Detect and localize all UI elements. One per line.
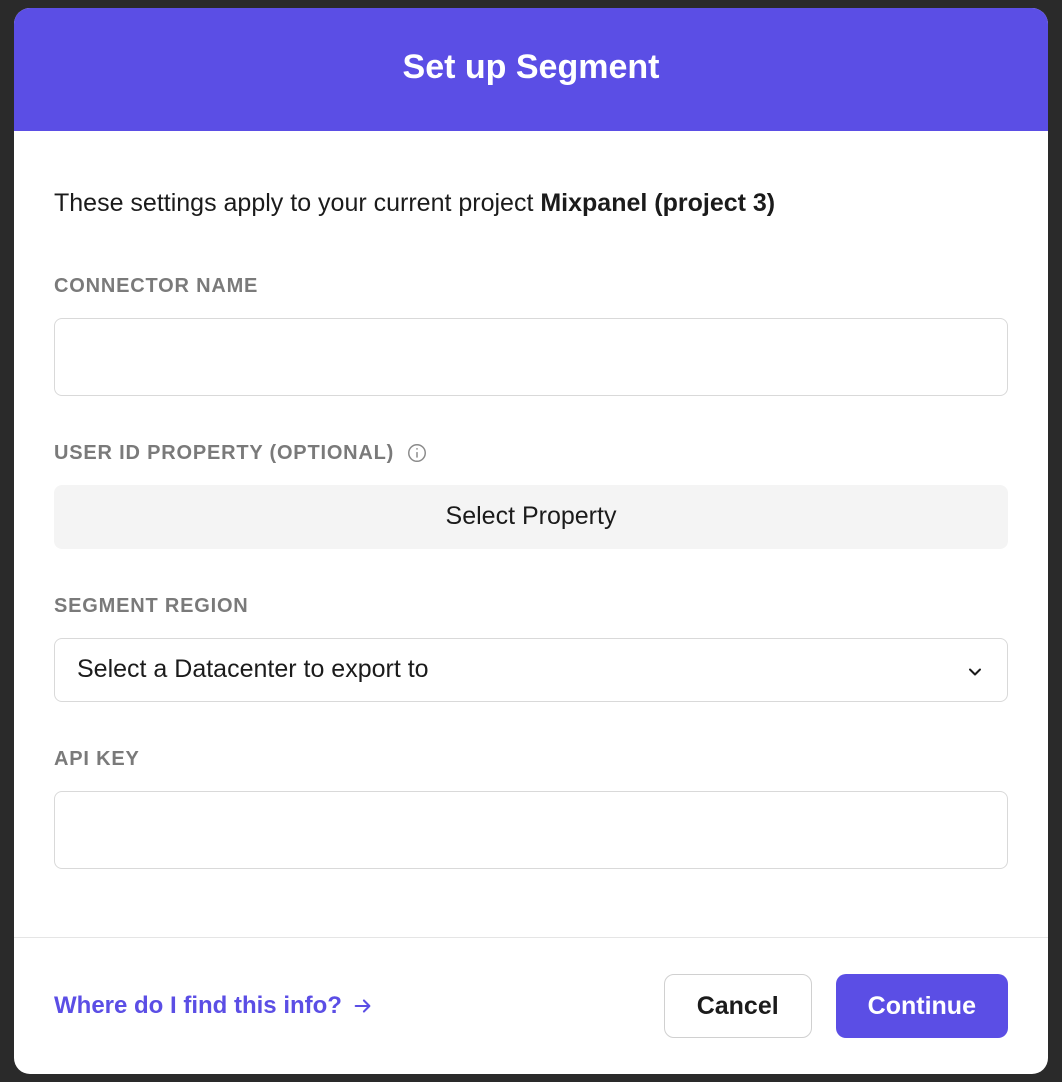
segment-region-select[interactable]: Select a Datacenter to export to	[54, 638, 1008, 702]
modal-body: These settings apply to your current pro…	[14, 131, 1048, 937]
cancel-button[interactable]: Cancel	[664, 974, 812, 1038]
segment-region-label: SEGMENT REGION	[54, 595, 1008, 618]
connector-name-input[interactable]	[54, 318, 1008, 396]
api-key-label: API KEY	[54, 748, 1008, 771]
setup-modal: Set up Segment These settings apply to y…	[14, 8, 1048, 1074]
footer-buttons: Cancel Continue	[664, 974, 1008, 1038]
modal-footer: Where do I find this info? Cancel Contin…	[14, 937, 1048, 1074]
field-connector-name: CONNECTOR NAME	[54, 275, 1008, 396]
help-link-text: Where do I find this info?	[54, 992, 342, 1020]
intro-text: These settings apply to your current pro…	[54, 187, 1008, 221]
segment-region-placeholder: Select a Datacenter to export to	[77, 655, 429, 684]
intro-project-name: Mixpanel (project 3)	[540, 189, 775, 217]
intro-prefix: These settings apply to your current pro…	[54, 189, 540, 217]
info-icon[interactable]	[406, 442, 428, 464]
modal-title: Set up Segment	[403, 48, 660, 86]
arrow-right-icon	[352, 995, 374, 1017]
connector-name-label: CONNECTOR NAME	[54, 275, 1008, 298]
help-link[interactable]: Where do I find this info?	[54, 992, 374, 1020]
select-property-button[interactable]: Select Property	[54, 485, 1008, 549]
user-id-property-label: USER ID PROPERTY (OPTIONAL)	[54, 442, 1008, 465]
modal-header: Set up Segment	[14, 8, 1048, 131]
field-api-key: API KEY	[54, 748, 1008, 869]
user-id-property-label-text: USER ID PROPERTY (OPTIONAL)	[54, 442, 394, 465]
field-user-id-property: USER ID PROPERTY (OPTIONAL) Select Prope…	[54, 442, 1008, 549]
api-key-input[interactable]	[54, 791, 1008, 869]
field-segment-region: SEGMENT REGION Select a Datacenter to ex…	[54, 595, 1008, 702]
chevron-down-icon	[965, 660, 985, 680]
continue-button[interactable]: Continue	[836, 974, 1008, 1038]
